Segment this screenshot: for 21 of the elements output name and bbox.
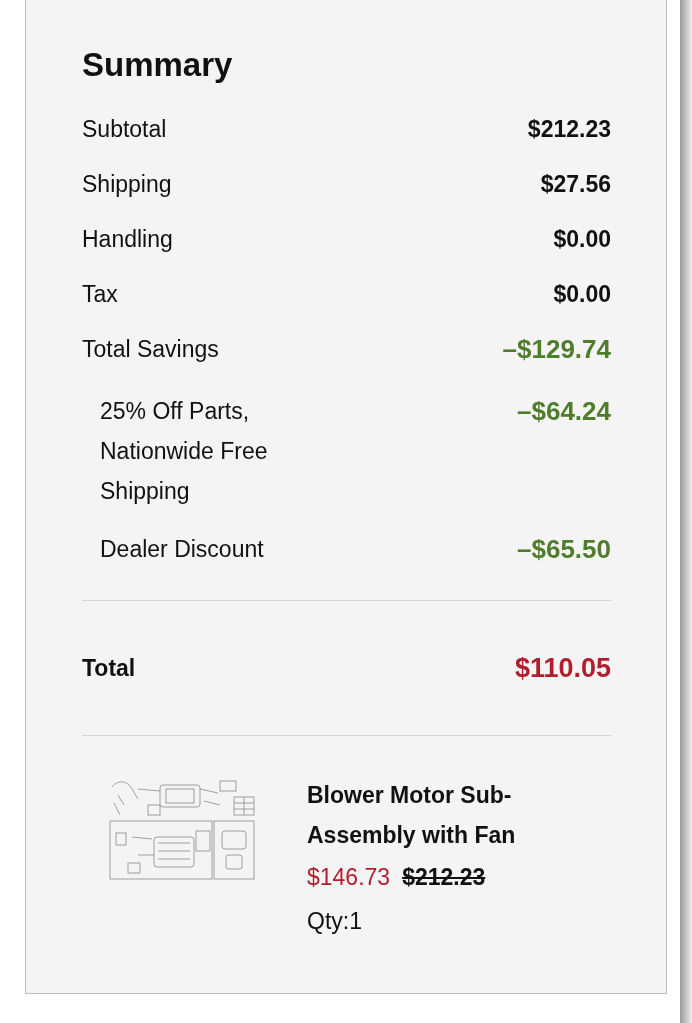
summary-label: Subtotal [82,115,167,145]
savings-value: –$65.50 [517,533,611,566]
summary-value: –$129.74 [502,333,611,366]
summary-value: $27.56 [540,170,611,200]
quantity-label: Qty:1 [307,906,363,936]
summary-label: Tax [82,280,118,310]
total-value: $110.05 [514,651,611,685]
savings-label: 25% Off Parts, Nationwide Free Shipping [100,397,269,506]
summary-label: Total Savings [82,335,219,365]
summary-value: $0.00 [553,280,611,310]
original-price: $212.23 [402,862,486,892]
product-name: Blower Motor Sub-Assembly with Fan [307,781,517,850]
summary-label: Shipping [82,170,172,200]
summary-value: $212.23 [527,115,611,145]
total-label: Total [82,653,136,683]
sale-price: $146.73 [307,862,391,892]
savings-value: –$64.24 [517,395,611,428]
summary-title: Summary [82,45,234,85]
summary-value: $0.00 [553,225,611,255]
savings-label: Dealer Discount [100,535,265,564]
summary-label: Handling [82,225,173,255]
